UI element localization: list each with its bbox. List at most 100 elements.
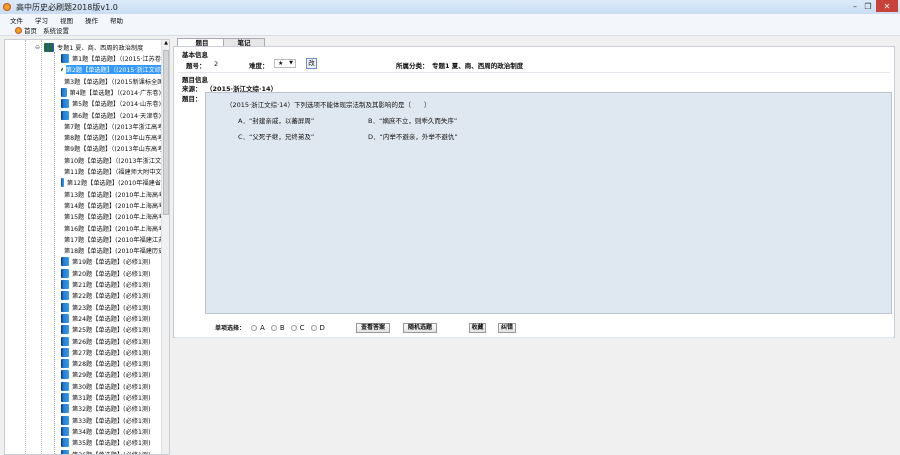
question-book-icon	[61, 313, 69, 323]
tree-root-label: 专题1 夏、商、西周的政治制度	[57, 44, 144, 52]
tree-item[interactable]: 第2题【单选题】（(2015·浙江文综	[61, 64, 161, 75]
app-logo-icon	[3, 3, 11, 11]
tree-item-label: 第16题【单选题】(2010年上海高考	[64, 225, 161, 233]
question-book-icon	[61, 336, 69, 346]
tree-item[interactable]: 第30题【单选题】(必修1测)	[61, 381, 161, 392]
radio-b[interactable]	[270, 324, 277, 331]
restore-button[interactable]: ❐	[862, 0, 874, 12]
tree-item[interactable]: 第33题【单选题】(必修1测)	[61, 415, 161, 426]
tree-item[interactable]: 第27题【单选题】(必修1测)	[61, 347, 161, 358]
tree-item-label: 第18题【单选题】(2010年福建历史	[64, 248, 161, 256]
tree-item[interactable]: 第18题【单选题】(2010年福建历史	[61, 245, 161, 256]
tree-item[interactable]: 第3题【单选题】（(2015新课标全国卷	[61, 76, 161, 87]
scroll-up-icon[interactable]: ▲	[162, 40, 169, 48]
tree-scrollbar[interactable]: ▲	[161, 40, 169, 454]
tree-item[interactable]: 第9题【单选题】（(2013年山东高考	[61, 143, 161, 154]
tree-root[interactable]: ⊖ 专题1 夏、商、西周的政治制度	[35, 42, 143, 52]
difficulty-value: ★	[278, 60, 284, 67]
tree-item-label: 第26题【单选题】(必修1测)	[72, 338, 151, 346]
tree-item[interactable]: 第36题【单选题】(必修1测)	[61, 449, 161, 455]
tree-item-label: 第36题【单选题】(必修1测)	[72, 451, 151, 455]
question-book-icon	[61, 449, 69, 454]
tree-item[interactable]: 第17题【单选题】(2010年福建江苏	[61, 234, 161, 245]
tree-item[interactable]: 第23题【单选题】(必修1测)	[61, 302, 161, 313]
difficulty-select[interactable]: ★ ▼	[274, 59, 296, 68]
menu-study[interactable]: 学习	[35, 15, 48, 25]
edit-pencil-icon	[61, 65, 63, 75]
menu-view[interactable]: 视图	[60, 15, 73, 25]
tree-item[interactable]: 第14题【单选题】(2010年上海高考	[61, 200, 161, 211]
menu-operate[interactable]: 操作	[85, 15, 98, 25]
settings-button[interactable]: 系统设置	[43, 25, 69, 35]
tree-item[interactable]: 第7题【单选题】（(2013年浙江高考	[61, 121, 161, 132]
collapse-icon[interactable]: ⊖	[35, 44, 40, 51]
option-c: C．“父死子继，兄终弟及”	[238, 133, 315, 141]
tree-item[interactable]: 第34题【单选题】(必修1测)	[61, 426, 161, 437]
question-book-icon	[61, 426, 69, 436]
tree-item-label: 第15题【单选题】(2010年上海高考	[64, 214, 161, 222]
radio-a-label: A	[260, 323, 265, 332]
tree-item[interactable]: 第10题【单选题】（(2013年浙江文	[61, 155, 161, 166]
home-button[interactable]: 首页	[24, 25, 37, 35]
tree-item-label: 第8题【单选题】（(2013年山东高考	[64, 135, 161, 143]
tree-item[interactable]: 第13题【单选题】(2010年上海高考	[61, 189, 161, 200]
tree-item[interactable]: 第16题【单选题】(2010年上海高考	[61, 223, 161, 234]
report-error-button[interactable]: 纠错	[498, 323, 516, 333]
tree-item[interactable]: 第35题【单选题】(必修1测)	[61, 437, 161, 448]
tree-item[interactable]: 第8题【单选题】（(2013年山东高考	[61, 132, 161, 143]
close-button[interactable]: ✕	[876, 0, 898, 12]
tree-item-label: 第22题【单选题】(必修1测)	[72, 293, 151, 301]
random-question-button[interactable]: 随机选题	[403, 323, 437, 333]
tree-item[interactable]: 第25题【单选题】(必修1测)	[61, 324, 161, 335]
tree-item[interactable]: 第12题【单选题】(2010年福建省	[61, 177, 161, 188]
question-book-icon	[61, 359, 69, 369]
change-difficulty-button[interactable]: 改	[306, 58, 317, 69]
tree-item-label: 第12题【单选题】(2010年福建省	[66, 180, 161, 188]
tree-item[interactable]: 第28题【单选题】(必修1测)	[61, 358, 161, 369]
tree-item[interactable]: 第31题【单选题】(必修1测)	[61, 392, 161, 403]
tree-item[interactable]: 第15题【单选题】(2010年上海高考	[61, 211, 161, 222]
tree-item-label: 第6题【单选题】（2014·天津卷)	[71, 112, 161, 120]
radio-a[interactable]	[251, 324, 258, 331]
tree-item-label: 第34题【单选题】(必修1测)	[72, 428, 151, 436]
minimize-button[interactable]: –	[848, 0, 862, 12]
tree-item[interactable]: 第20题【单选题】(必修1测)	[61, 268, 161, 279]
question-book-icon	[61, 325, 69, 335]
favorite-button[interactable]: 收藏	[469, 323, 486, 333]
radio-d-label: D	[319, 323, 325, 332]
tree-item[interactable]: 第22题【单选题】(必修1测)	[61, 290, 161, 301]
tree-item[interactable]: 第11题【单选题】（福建师大附中文综	[61, 166, 161, 177]
tree-item-label: 第13题【单选题】(2010年上海高考	[64, 191, 161, 199]
view-answer-button[interactable]: 查看答案	[356, 323, 390, 333]
tree-item[interactable]: 第1题【单选题】（(2015·江苏卷	[61, 53, 161, 64]
menu-bar: 文件 学习 视图 操作 帮助	[0, 14, 900, 25]
tree-item[interactable]: 第29题【单选题】(必修1测)	[61, 369, 161, 380]
tree-item[interactable]: 第21题【单选题】(必修1测)	[61, 279, 161, 290]
tree-item[interactable]: 第5题【单选题】（2014·山东卷)	[61, 98, 161, 109]
scroll-thumb[interactable]	[163, 50, 169, 215]
title-bar: 高中历史必刷题2018版v1.0	[0, 0, 900, 14]
tree-item[interactable]: 第19题【单选题】(必修1测)	[61, 256, 161, 267]
tree-item[interactable]: 第24题【单选题】(必修1测)	[61, 313, 161, 324]
tree-item-label: 第30题【单选题】(必修1测)	[72, 383, 151, 391]
tree-item[interactable]: 第32题【单选题】(必修1测)	[61, 403, 161, 414]
folder-book-icon	[44, 42, 55, 52]
tree-item[interactable]: 第4题【单选题】（(2014·广东卷)	[61, 87, 161, 98]
tree-item[interactable]: 第6题【单选题】（2014·天津卷)	[61, 110, 161, 121]
question-book-icon	[61, 393, 69, 402]
radio-d[interactable]	[310, 324, 317, 331]
tree-item-label: 第25题【单选题】(必修1测)	[72, 327, 151, 335]
option-a: A．“封建亲戚，以蕃屏周”	[238, 117, 315, 125]
tree-item-label: 第10题【单选题】（(2013年浙江文	[64, 157, 161, 165]
menu-help[interactable]: 帮助	[110, 15, 123, 25]
tree-item-label: 第2题【单选题】（(2015·浙江文综	[65, 65, 161, 75]
radio-c[interactable]	[290, 324, 297, 331]
question-book-icon	[61, 370, 69, 380]
tree-item-label: 第24题【单选题】(必修1测)	[72, 315, 151, 323]
window-title: 高中历史必刷题2018版v1.0	[16, 2, 118, 12]
menu-file[interactable]: 文件	[10, 15, 23, 25]
num-label: 题号：	[186, 62, 206, 70]
chevron-down-icon: ▼	[289, 60, 293, 66]
option-b: B．“嫡庶不立，则乖久而失序”	[368, 117, 458, 125]
tree-item[interactable]: 第26题【单选题】(必修1测)	[61, 336, 161, 347]
